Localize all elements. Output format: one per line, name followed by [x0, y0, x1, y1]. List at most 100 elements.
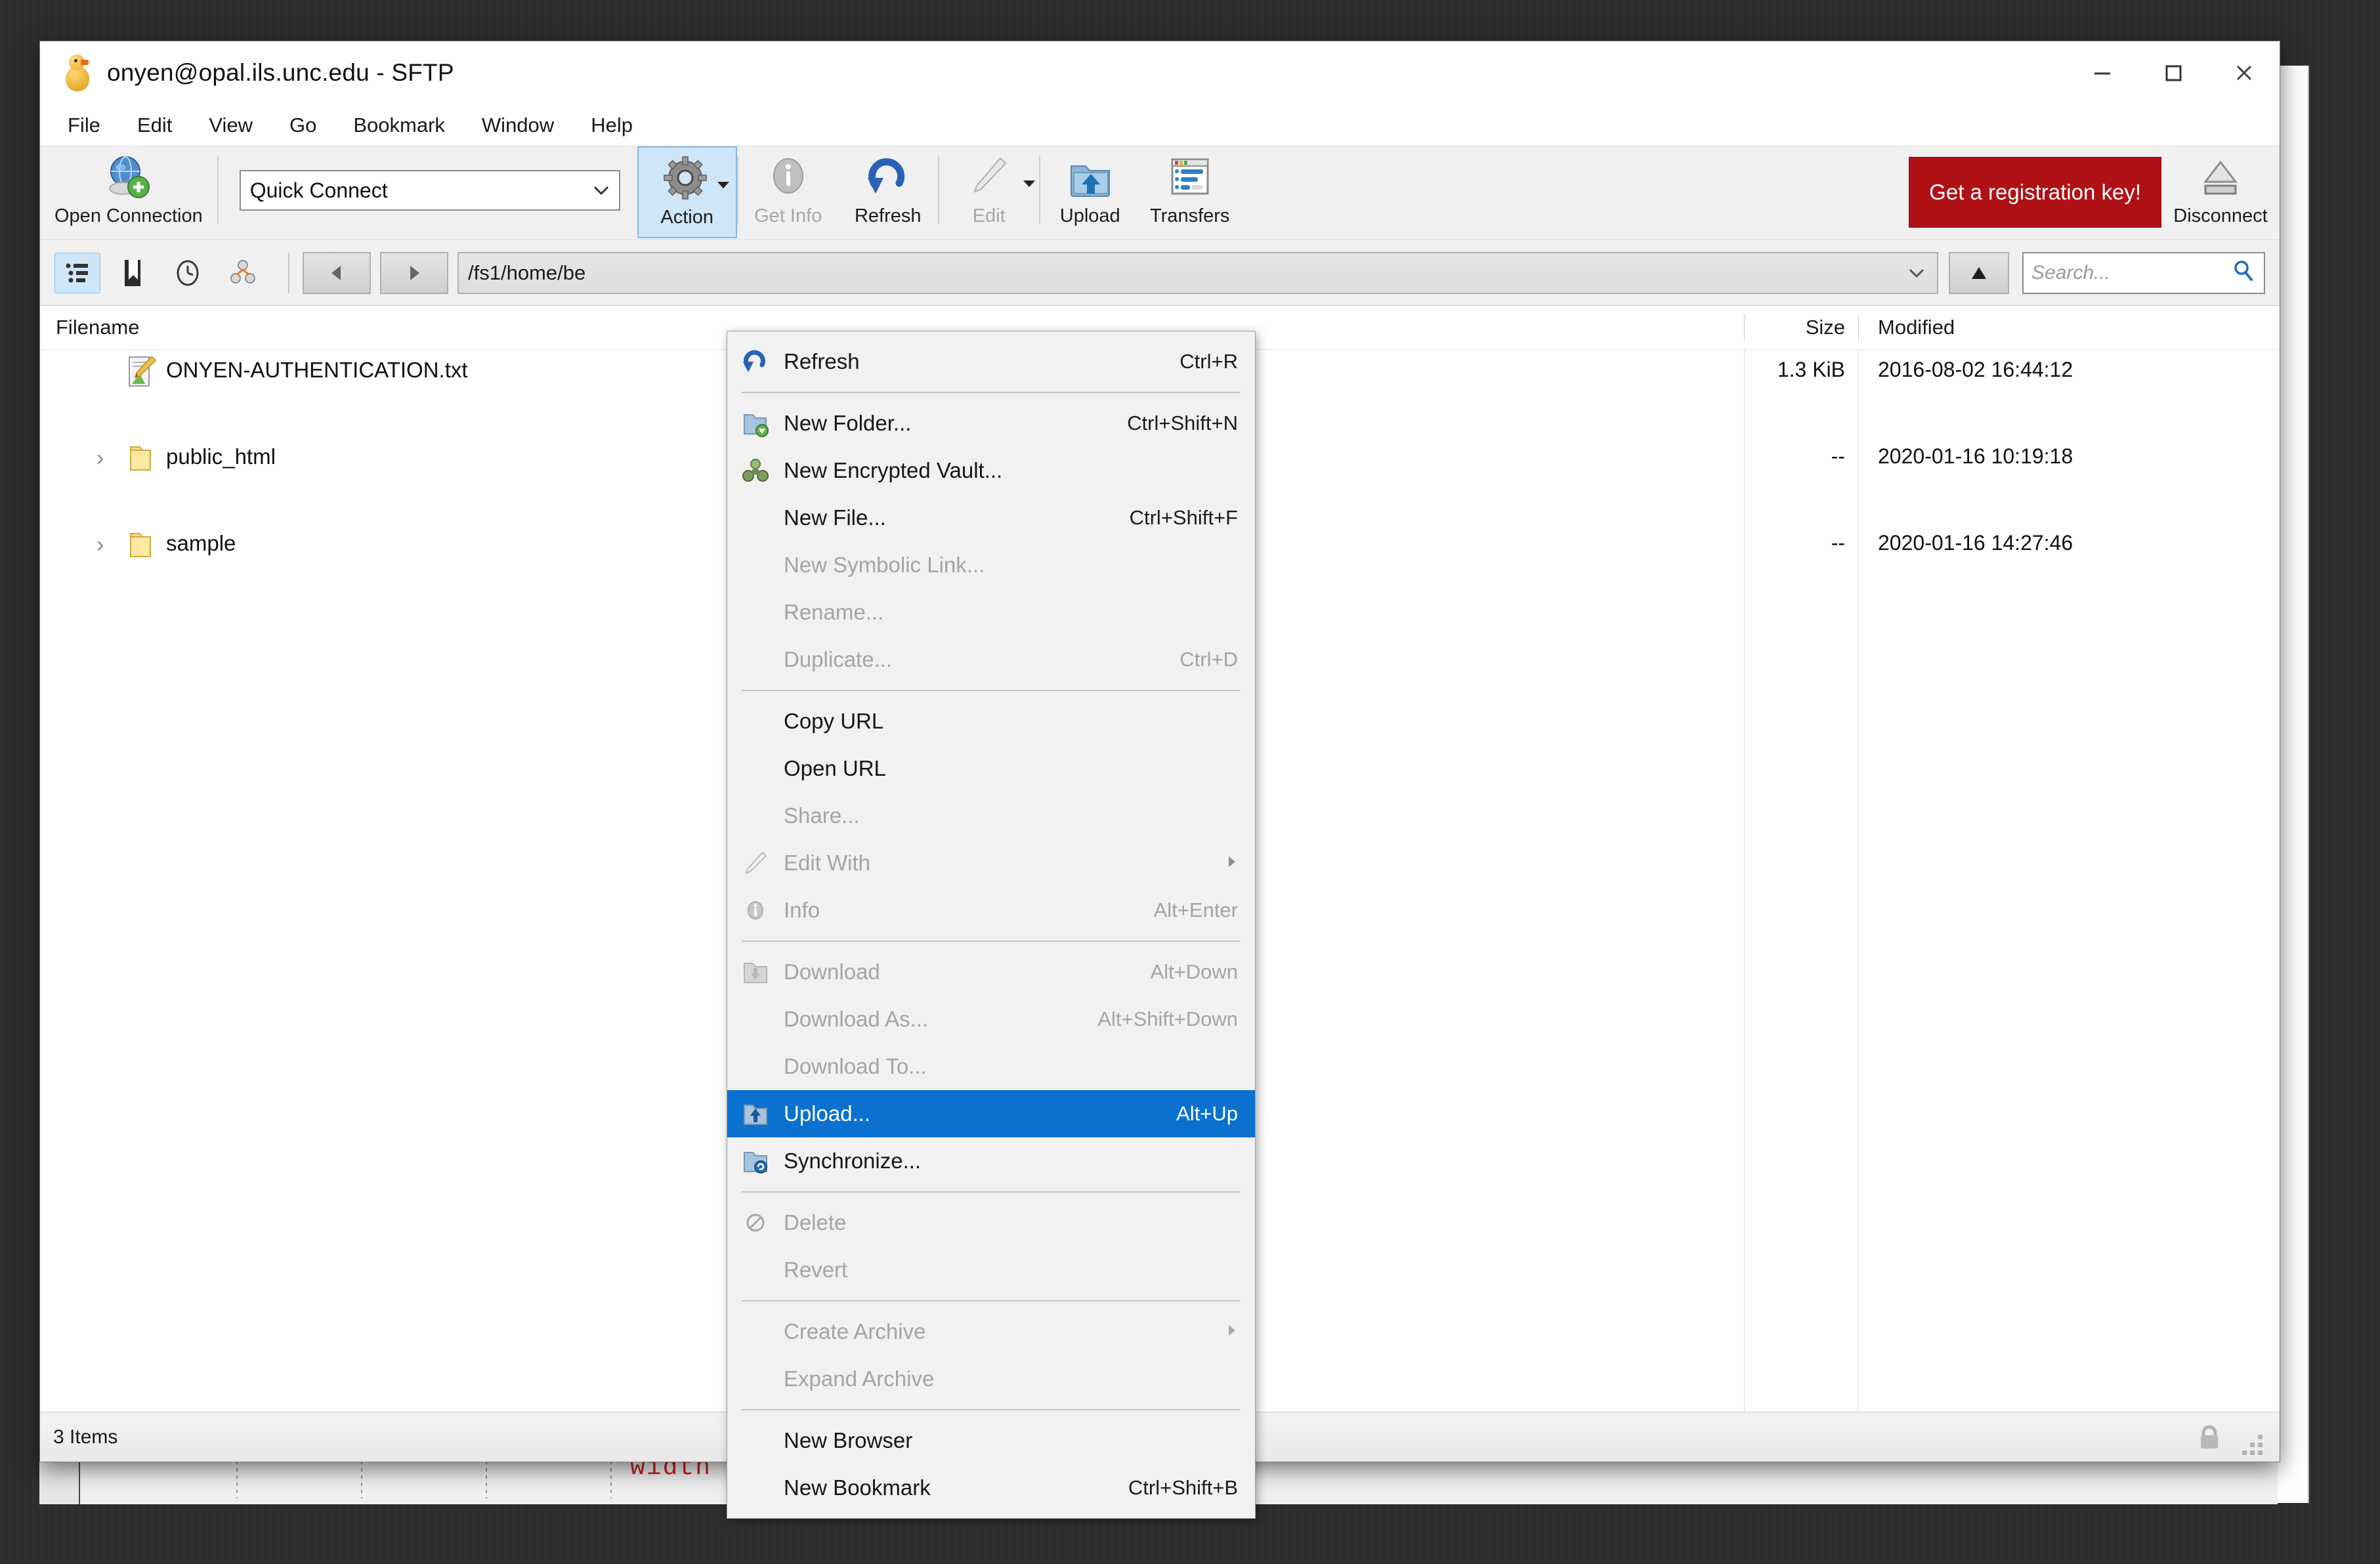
menu-option-label: Expand Archive — [784, 1366, 935, 1391]
transfers-icon — [1164, 154, 1216, 203]
lock-icon[interactable] — [2196, 1423, 2223, 1456]
menu-option-refresh[interactable]: Refresh Ctrl+R — [727, 338, 1255, 385]
menu-option-accel: Ctrl+D — [1179, 648, 1238, 671]
file-name[interactable]: public_html — [166, 444, 276, 469]
menu-option-new-file[interactable]: New File... Ctrl+Shift+F — [727, 494, 1255, 541]
menu-option-label: Synchronize... — [784, 1149, 922, 1173]
menu-separator — [742, 690, 1241, 691]
search-placeholder: Search... — [2031, 261, 2111, 284]
menu-option-duplicate: Duplicate... Ctrl+D — [727, 636, 1255, 683]
menu-option-new-bookmark[interactable]: New Bookmark Ctrl+Shift+B — [727, 1464, 1255, 1511]
menu-option-label: Download — [784, 960, 880, 984]
expand-chevron-icon[interactable]: › — [96, 532, 104, 558]
menu-option-label: Revert — [784, 1258, 848, 1282]
refresh-icon — [862, 154, 914, 203]
menu-item-edit[interactable]: Edit — [133, 111, 176, 140]
navigation-bar: /fs1/home/be Search... — [40, 240, 2280, 305]
action-button[interactable]: Action — [637, 146, 737, 238]
menu-option-copy-url[interactable]: Copy URL — [727, 698, 1255, 745]
menu-item-bookmark[interactable]: Bookmark — [349, 111, 449, 140]
upload-folder-icon — [727, 1099, 784, 1128]
file-name[interactable]: ONYEN-AUTHENTICATION.txt — [166, 358, 468, 383]
file-modified: 2020-01-16 10:19:18 — [1878, 444, 2073, 468]
back-button[interactable] — [303, 251, 371, 294]
bonjour-icon[interactable] — [220, 253, 266, 293]
file-size: 1.3 KiB — [1777, 358, 1845, 381]
menu-option-accel: Alt+Down — [1150, 960, 1238, 983]
get-info-button[interactable]: Get Info — [738, 146, 838, 238]
menu-option-label: Upload... — [784, 1101, 871, 1126]
menu-option-upload[interactable]: Upload... Alt+Up — [727, 1090, 1255, 1137]
edit-dropdown-arrow-icon[interactable] — [1021, 178, 1038, 192]
menu-option-accel: Ctrl+R — [1179, 350, 1238, 373]
menu-option-label: Delete — [784, 1210, 847, 1235]
action-dropdown-arrow-icon[interactable] — [715, 179, 732, 193]
open-connection-button[interactable]: Open Connection — [40, 146, 217, 238]
menu-separator — [742, 941, 1241, 942]
title-bar[interactable]: onyen@opal.ils.unc.edu - SFTP — [40, 41, 2280, 105]
path-chevron-down-icon[interactable] — [1905, 261, 1928, 285]
minimize-button[interactable] — [2067, 41, 2138, 104]
resize-grip[interactable] — [2236, 1429, 2263, 1455]
menu-option-new-browser[interactable]: New Browser — [727, 1417, 1255, 1464]
menu-item-view[interactable]: View — [205, 111, 257, 140]
file-name[interactable]: sample — [166, 531, 236, 556]
chevron-down-icon[interactable] — [584, 183, 619, 198]
menu-option-label: Download To... — [784, 1054, 927, 1078]
upload-label: Upload — [1059, 205, 1120, 226]
open-connection-label: Open Connection — [54, 205, 203, 226]
menu-option-label: Share... — [784, 803, 860, 828]
forward-button[interactable] — [380, 251, 448, 294]
gear-icon — [662, 156, 713, 204]
search-icon[interactable] — [2231, 259, 2256, 287]
expand-chevron-icon[interactable]: › — [96, 446, 104, 471]
get-registration-key-button[interactable]: Get a registration key! — [1909, 157, 2161, 228]
parent-directory-button[interactable] — [1949, 251, 2009, 294]
menu-option-create-archive: Create Archive — [727, 1308, 1255, 1355]
column-header-modified[interactable]: Modified — [1878, 316, 1955, 339]
quick-connect-value[interactable]: Quick Connect — [241, 179, 584, 203]
edit-button[interactable]: Edit — [939, 146, 1039, 238]
menu-item-window[interactable]: Window — [478, 111, 558, 140]
path-field[interactable]: /fs1/home/be — [457, 251, 1938, 294]
list-view-icon[interactable] — [54, 252, 100, 293]
column-header-filename[interactable]: Filename — [56, 316, 140, 339]
history-icon[interactable] — [165, 253, 211, 293]
menu-option-label: New Encrypted Vault... — [784, 458, 1003, 482]
download-folder-icon — [727, 958, 784, 986]
menu-bar: File Edit View Go Bookmark Window Help — [40, 105, 2280, 146]
action-label: Action — [660, 207, 714, 228]
disconnect-button[interactable]: Disconnect — [2171, 146, 2270, 238]
menu-option-download-as: Download As... Alt+Shift+Down — [727, 996, 1255, 1043]
path-value: /fs1/home/be — [468, 261, 586, 284]
refresh-button[interactable]: Refresh — [838, 146, 938, 238]
menu-option-expand-archive: Expand Archive — [727, 1355, 1255, 1403]
menu-item-go[interactable]: Go — [286, 111, 320, 140]
menu-option-synchronize[interactable]: Synchronize... — [727, 1137, 1255, 1185]
menu-option-label: Create Archive — [784, 1319, 926, 1343]
file-size: -- — [1831, 444, 1845, 468]
menu-option-new-encrypted-vault[interactable]: New Encrypted Vault... — [727, 447, 1255, 494]
transfers-button[interactable]: Transfers — [1140, 146, 1240, 238]
menu-option-open-url[interactable]: Open URL — [727, 745, 1255, 792]
menu-option-label: Duplicate... — [784, 647, 893, 671]
menu-option-new-folder[interactable]: New Folder... Ctrl+Shift+N — [727, 400, 1255, 447]
menu-option-label: New File... — [784, 505, 886, 530]
menu-item-file[interactable]: File — [64, 111, 104, 140]
menu-option-download-to: Download To... — [727, 1043, 1255, 1090]
column-header-size[interactable]: Size — [1773, 316, 1845, 339]
maximize-button[interactable] — [2138, 41, 2209, 104]
menu-option-revert: Revert — [727, 1246, 1255, 1294]
close-button[interactable] — [2209, 41, 2280, 104]
upload-button[interactable]: Upload — [1040, 146, 1140, 238]
eject-icon — [2195, 154, 2246, 203]
quick-connect-combobox[interactable]: Quick Connect — [239, 170, 620, 211]
cyberduck-window: onyen@opal.ils.unc.edu - SFTP File Edit … — [39, 41, 2280, 1519]
bookmark-icon[interactable] — [110, 253, 156, 293]
upload-folder-icon — [1065, 154, 1116, 203]
menu-option-accel: Alt+Shift+Down — [1097, 1007, 1238, 1030]
search-input[interactable]: Search... — [2022, 251, 2265, 294]
window-title: onyen@opal.ils.unc.edu - SFTP — [107, 59, 454, 86]
menu-item-help[interactable]: Help — [587, 111, 637, 140]
menu-option-download: Download Alt+Down — [727, 948, 1255, 996]
